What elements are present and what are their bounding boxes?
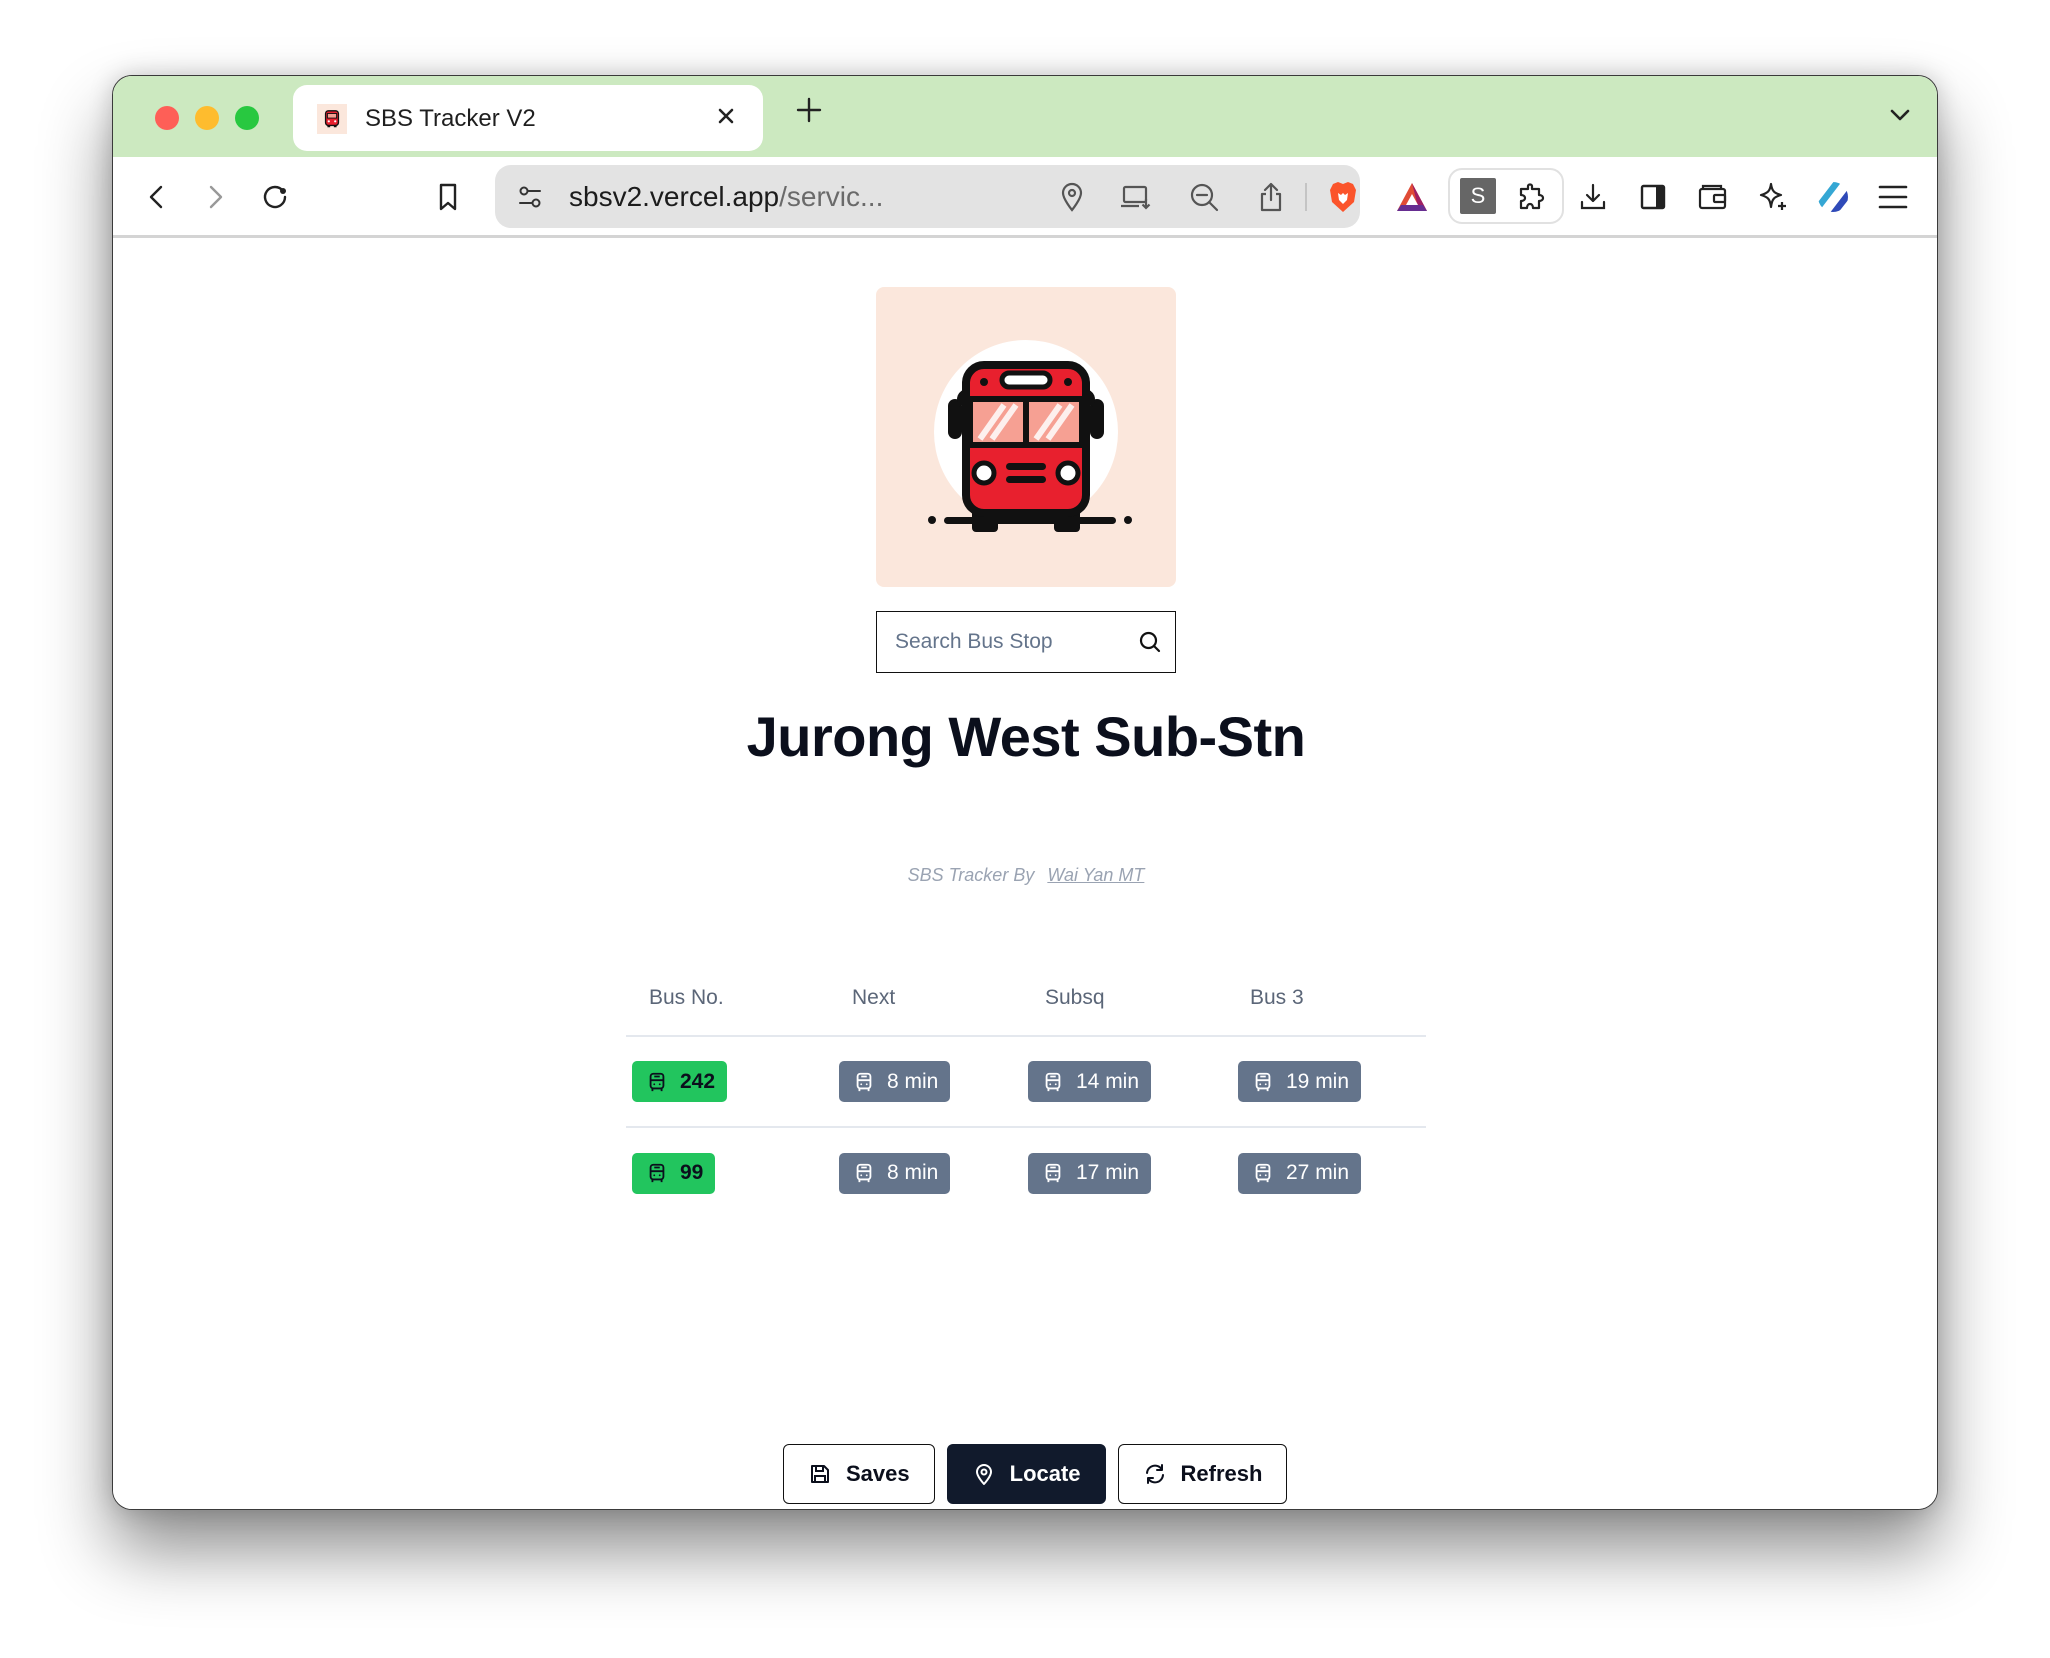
eta-text: 17 min [1076,1161,1140,1184]
zoom-out-icon[interactable] [1185,178,1223,216]
search-icon[interactable] [1137,629,1163,655]
search-input[interactable] [877,612,1117,672]
eta-text: 27 min [1286,1161,1350,1184]
subsequent-arrival-cell: 17 min [1028,1127,1231,1218]
close-icon[interactable] [711,101,741,131]
action-buttons: Saves Locate Refresh [783,1444,1288,1504]
browser-window: SBS Tracker V2 sbsv2.vercel.app/servic..… [112,75,1938,1510]
bus-icon [1255,1072,1271,1091]
eta-text: 8 min [887,1161,939,1184]
next-arrival-cell: 8 min [831,1127,1028,1218]
eta-badge: 14 min [1028,1061,1152,1102]
bus-icon [856,1163,872,1183]
eta-badge: 17 min [1028,1152,1152,1194]
tab-sbs-tracker[interactable]: SBS Tracker V2 [293,85,763,151]
extension-s-icon[interactable]: S [1460,178,1496,214]
bus-icon [649,1072,665,1091]
url-path: /servic... [779,181,884,212]
url-host: sbsv2.vercel.app [569,181,780,212]
install-app-icon[interactable] [1117,178,1155,216]
bus-favicon-icon [317,104,347,134]
browser-toolbar: sbsv2.vercel.app/servic... S [113,157,1937,238]
share-icon[interactable] [1252,178,1290,216]
bus-icon [1255,1163,1271,1183]
locate-button[interactable]: Locate [946,1444,1106,1504]
eta-text: 8 min [887,1069,939,1093]
leo-ai-icon[interactable] [1753,177,1793,217]
route-number: 242 [680,1069,716,1093]
bus-icon [1045,1163,1061,1183]
wallet-icon[interactable] [1693,177,1733,217]
download-icon[interactable] [1573,177,1613,217]
brave-rewards-icon[interactable] [1393,178,1431,216]
eta-badge: 27 min [1238,1152,1362,1194]
subsequent-arrival-cell: 14 min [1028,1036,1231,1128]
table-row: 99 8 min 17 min 27 min [626,1127,1426,1218]
author-link[interactable]: Wai Yan MT [1047,865,1144,885]
refresh-icon [1145,1464,1164,1484]
brave-shields-icon[interactable] [1324,178,1362,216]
tab-strip: SBS Tracker V2 [113,76,1937,157]
header-bus3: Bus 3 [1231,960,1426,1037]
third-arrival-cell: 19 min [1231,1036,1426,1128]
bus-number-cell: 99 [626,1127,831,1218]
vpn-icon[interactable] [1813,177,1853,217]
bus-icon [1045,1072,1061,1091]
route-badge[interactable]: 242 [632,1061,728,1102]
refresh-label: Refresh [1180,1461,1263,1486]
saves-button[interactable]: Saves [783,1444,935,1504]
close-window-button[interactable] [155,106,179,130]
minimize-window-button[interactable] [195,106,219,130]
site-settings-icon[interactable] [511,178,549,216]
table-row: 242 8 min 14 min 19 min [626,1036,1426,1128]
reload-icon[interactable] [255,177,295,217]
zoom-window-button[interactable] [235,106,259,130]
extensions-group: S [1448,168,1564,224]
url-text[interactable]: sbsv2.vercel.app/servic... [569,181,883,213]
forward-icon[interactable] [195,177,235,217]
bus-icon [856,1072,872,1091]
bus-number-cell: 242 [626,1036,831,1128]
credit-prefix: SBS Tracker By [907,865,1035,885]
address-bar[interactable]: sbsv2.vercel.app/servic... [495,165,1427,228]
header-next: Next [831,960,1028,1037]
eta-badge: 8 min [839,1152,951,1194]
eta-text: 14 min [1076,1069,1140,1093]
bus-logo-image [876,287,1176,587]
menu-icon[interactable] [1873,177,1913,217]
refresh-button[interactable]: Refresh [1117,1444,1288,1504]
tab-title: SBS Tracker V2 [365,105,536,132]
map-pin-icon [975,1464,992,1485]
page-content: Jurong West Sub-Stn SBS Tracker By Wai Y… [113,238,1937,1509]
eta-text: 19 min [1286,1069,1350,1093]
eta-badge: 19 min [1238,1061,1362,1102]
third-arrival-cell: 27 min [1231,1127,1426,1218]
sidebar-icon[interactable] [1633,177,1673,217]
bus-icon [649,1163,665,1183]
station-title: Jurong West Sub-Stn [746,705,1306,768]
bookmark-icon[interactable] [428,177,468,217]
credit-line: SBS Tracker By Wai Yan MT [113,865,1937,886]
location-icon[interactable] [1053,178,1091,216]
extensions-puzzle-icon[interactable] [1512,178,1552,218]
eta-badge: 8 min [839,1061,951,1102]
next-arrival-cell: 8 min [831,1036,1028,1128]
locate-label: Locate [1009,1461,1081,1486]
arrivals-table: Bus No. Next Subsq Bus 3 242 8 min 14 mi… [626,960,1426,1218]
new-tab-button[interactable] [791,94,827,130]
search-bus-stop [876,611,1176,673]
save-icon [811,1465,829,1483]
table-header-row: Bus No. Next Subsq Bus 3 [626,960,1426,1037]
route-badge[interactable]: 99 [632,1152,716,1194]
route-number: 99 [680,1161,704,1184]
header-subsq: Subsq [1028,960,1231,1037]
header-bus-no: Bus No. [626,960,831,1037]
address-bar-divider [1305,183,1307,211]
saves-label: Saves [846,1461,910,1486]
back-icon[interactable] [137,177,177,217]
tab-list-chevron-down-icon[interactable] [1883,98,1917,132]
